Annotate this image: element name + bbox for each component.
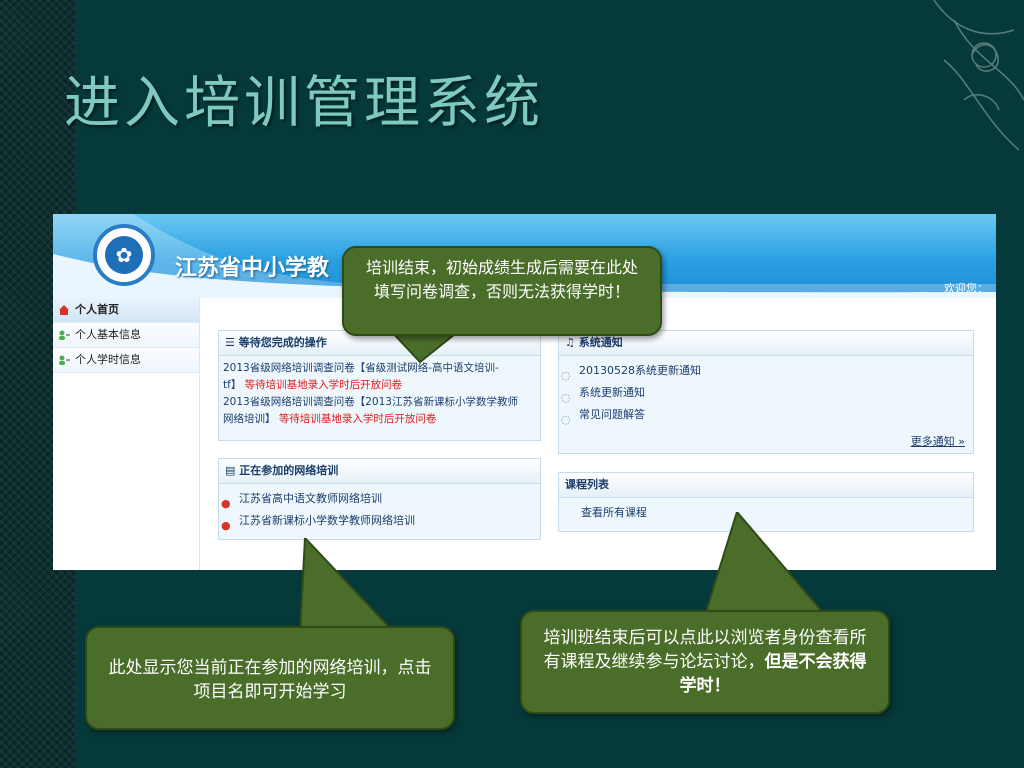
current-training-panel: ▤ 正在参加的网络培训 ● 江苏省高中语文教师网络培训 ● 江苏省新课标小学数学… — [218, 458, 541, 540]
course-icon: ● — [221, 519, 231, 532]
sidebar-item-home[interactable]: 个人首页 — [53, 298, 199, 323]
sidebar-item-label: 个人学时信息 — [75, 353, 141, 366]
callout-questionnaire: 培训结束，初始成绩生成后需要在此处填写问卷调查，否则无法获得学时！ — [342, 246, 662, 336]
sidebar-item-basic-info[interactable]: 个人基本信息 — [53, 323, 199, 348]
speech-bubble-icon: ◌ — [561, 413, 571, 426]
user-icon — [59, 330, 70, 340]
home-icon — [59, 305, 69, 315]
notice-item[interactable]: ◌ 20130528系统更新通知 — [559, 360, 973, 382]
ornament-swirl-icon — [933, 0, 1024, 151]
sidebar-item-label: 个人首页 — [75, 303, 119, 316]
more-notices-link[interactable]: 更多通知 » — [911, 433, 965, 449]
slide-title: 进入培训管理系统 — [64, 71, 544, 136]
training-item[interactable]: ● 江苏省高中语文教师网络培训 — [219, 488, 540, 510]
callout-tail-top — [388, 330, 462, 364]
system-notices-panel: ♫ 系统通知 ◌ 20130528系统更新通知 ◌ 系统更新通知 ◌ 常见问题解… — [558, 330, 974, 454]
notice-item[interactable]: ◌ 常见问题解答 — [559, 404, 973, 426]
double-chevron-right-icon: » — [958, 435, 965, 448]
site-logo: ✿ — [93, 224, 155, 286]
course-list-title: 课程列表 — [559, 473, 973, 498]
sidebar-item-label: 个人基本信息 — [75, 328, 141, 341]
bell-icon: ♫ — [565, 336, 575, 349]
callout-tail-bottom-left — [298, 538, 393, 634]
callout-tail-bottom-right — [703, 512, 828, 616]
training-item[interactable]: ● 江苏省新课标小学数学教师网络培训 — [219, 510, 540, 532]
callout-course-list: 培训班结束后可以点此以浏览者身份查看所有课程及继续参与论坛讨论，但是不会获得学时… — [520, 610, 890, 714]
site-title: 江苏省中小学教 — [175, 256, 330, 281]
sidebar: 个人首页 个人基本信息 个人学时信息 — [53, 298, 200, 570]
book-icon: ▤ — [225, 464, 236, 477]
sidebar-item-hours-info[interactable]: 个人学时信息 — [53, 348, 199, 373]
notice-item[interactable]: ◌ 系统更新通知 — [559, 382, 973, 404]
pending-item[interactable]: 2013省级网络培训调查问卷【2013江苏省新课标小学数学教师 网络培训】 等待… — [223, 394, 536, 428]
user-icon — [59, 355, 70, 365]
list-icon: ☰ — [225, 336, 235, 349]
welcome-text: 欢迎您： — [944, 282, 988, 295]
callout-current-training: 此处显示您当前正在参加的网络培训，点击项目名即可开始学习 — [85, 626, 455, 730]
current-training-title: ▤ 正在参加的网络培训 — [219, 459, 540, 484]
